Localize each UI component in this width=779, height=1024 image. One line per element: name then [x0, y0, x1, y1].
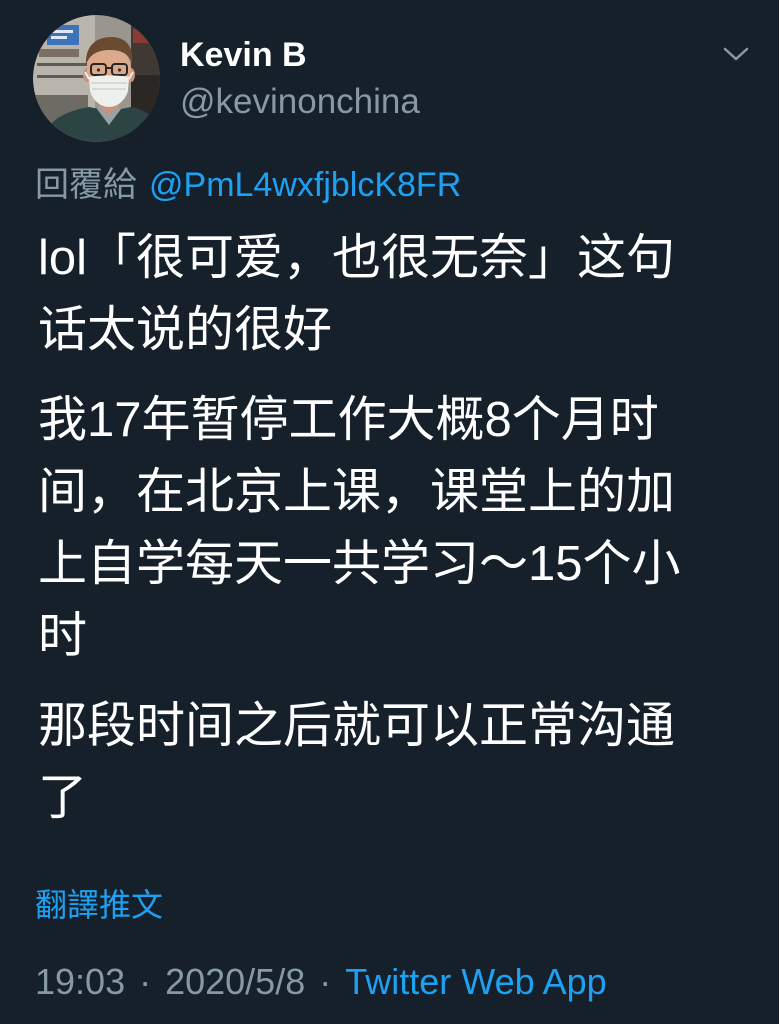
reply-prefix: 回覆給 [35, 166, 137, 204]
translate-tweet-link[interactable]: 翻譯推文 [35, 885, 163, 925]
reply-to-handle-link[interactable]: @PmL4wxfjblcK8FR [149, 166, 461, 204]
avatar-photo [33, 15, 160, 142]
tweet-time-link[interactable]: 19:03 [35, 961, 125, 1002]
tweet-text-line: lol「很可爱，也很无奈」这句 [38, 231, 676, 285]
tweet-text-line: 那段时间之后就可以正常沟通 [38, 699, 676, 753]
tweet-text-line: 上自学每天一共学习～15个小 [38, 537, 681, 591]
tweet-paragraph: 我17年暂停工作大概8个月时 间，在北京上课，课堂上的加 上自学每天一共学习～1… [38, 384, 758, 672]
tweet-menu-button[interactable] [720, 42, 752, 66]
tweet-text-line: 时 [38, 609, 88, 663]
author-avatar[interactable] [33, 15, 160, 142]
author-name[interactable]: Kevin B [180, 35, 307, 75]
tweet-text: lol「很可爱，也很无奈」这句 话太说的很好 我17年暂停工作大概8个月时 间，… [38, 222, 758, 852]
tweet-paragraph: 那段时间之后就可以正常沟通 了 [38, 690, 758, 834]
meta-separator: · [319, 961, 332, 1002]
reply-context: 回覆給 @PmL4wxfjblcK8FR [35, 165, 461, 205]
meta-separator: · [139, 961, 152, 1002]
chevron-down-icon [723, 47, 749, 61]
tweet-text-line: 我17年暂停工作大概8个月时 [38, 393, 659, 447]
tweet-text-line: 话太说的很好 [38, 303, 333, 357]
tweet-text-line: 了 [38, 771, 88, 825]
tweet-source-link[interactable]: Twitter Web App [345, 961, 606, 1002]
author-handle[interactable]: @kevinonchina [180, 82, 420, 122]
tweet-metadata: 19:03 · 2020/5/8 · Twitter Web App [35, 962, 607, 1002]
tweet-text-line: 间，在北京上课，课堂上的加 [38, 465, 676, 519]
tweet-card: Kevin B @kevinonchina 回覆給 @PmL4wxfjblcK8F… [0, 0, 779, 1024]
tweet-paragraph: lol「很可爱，也很无奈」这句 话太说的很好 [38, 222, 758, 366]
tweet-date-link[interactable]: 2020/5/8 [165, 961, 305, 1002]
